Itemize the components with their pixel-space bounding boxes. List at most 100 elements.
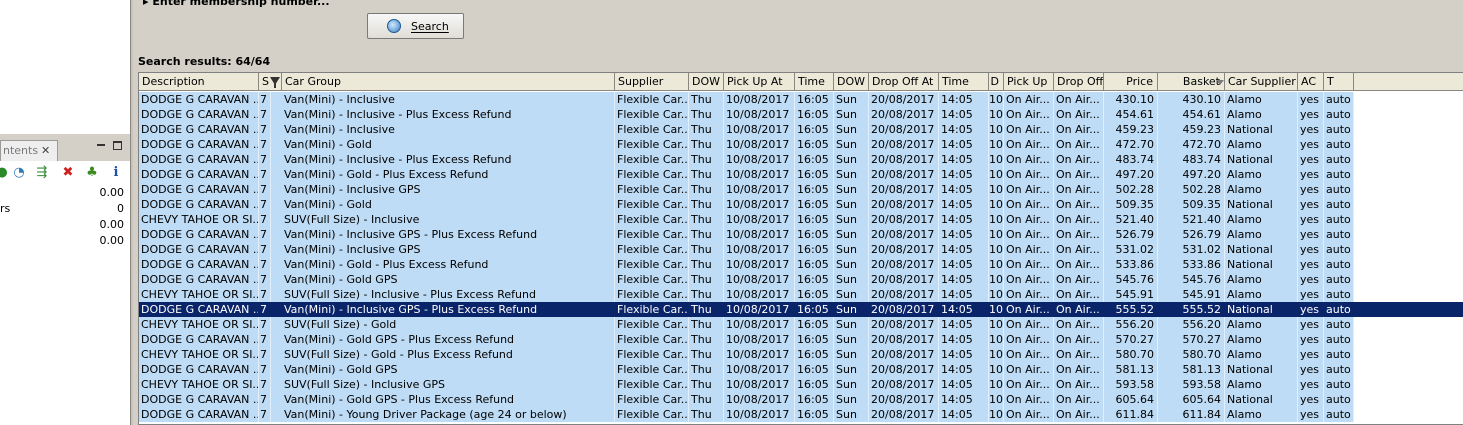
column-header-filler (1354, 73, 1463, 91)
table-row[interactable]: DODGE G CARAVAN ... 7 Van(Mini) - Inclusiv… (139, 152, 1463, 167)
column-header[interactable]: DOW (834, 73, 869, 91)
table-cell: 545.76 (1104, 272, 1158, 287)
column-header[interactable]: Supplier (615, 73, 689, 91)
table-cell: Van(Mini) - Inclusive (282, 92, 615, 107)
table-cell: auto (1324, 167, 1354, 182)
membership-hint[interactable]: ▸ Enter membership number... (143, 0, 330, 8)
table-cell: Van(Mini) - Inclusive - Plus Excess Refu… (282, 152, 615, 167)
table-row[interactable]: CHEVY TAHOE OR SI... 7 SUV(Full Size) - In… (139, 287, 1463, 302)
table-cell: yes (1298, 227, 1324, 242)
column-header[interactable]: Car Supplier (1225, 73, 1298, 91)
table-cell: 10 (989, 332, 1004, 347)
column-header[interactable]: Basket (1158, 73, 1225, 91)
tab-contents[interactable]: ntents ✕ (0, 140, 58, 161)
table-row[interactable]: DODGE G CARAVAN ... 7 Van(Mini) - Gold - P… (139, 167, 1463, 182)
table-cell: 10 (989, 242, 1004, 257)
table-cell: 10 (989, 107, 1004, 122)
column-header[interactable]: Drop Off At (869, 73, 939, 91)
delete-icon[interactable]: ✖ (60, 165, 76, 181)
table-cell: 10 (989, 152, 1004, 167)
table-cell: Thu (689, 137, 724, 152)
table-row[interactable]: DODGE G CARAVAN ... 7 Van(Mini) - Gold Flex… (139, 137, 1463, 152)
table-row[interactable]: DODGE G CARAVAN ... 7 Van(Mini) - Gold GPS… (139, 332, 1463, 347)
table-row[interactable]: DODGE G CARAVAN ... 7 Van(Mini) - Inclusiv… (139, 182, 1463, 197)
table-row[interactable]: DODGE G CARAVAN ... 7 Van(Mini) - Gold GPS… (139, 392, 1463, 407)
table-cell: On Air... (1004, 242, 1054, 257)
table-row[interactable]: CHEVY TAHOE OR SI... 7 SUV(Full Size) - Go… (139, 347, 1463, 362)
table-cell: Thu (689, 347, 724, 362)
table-cell: National (1225, 362, 1298, 377)
table-cell: Sun (834, 347, 869, 362)
table-cell: 20/08/2017 (869, 107, 939, 122)
table-cell: 556.20 (1158, 317, 1225, 332)
table-cell: 14:05 (939, 317, 989, 332)
table-cell: 20/08/2017 (869, 92, 939, 107)
export-icon[interactable]: ⇶ (34, 165, 50, 181)
table-row[interactable]: DODGE G CARAVAN ... 7 Van(Mini) - Inclusiv… (139, 242, 1463, 257)
column-header[interactable]: Time (795, 73, 834, 91)
column-header[interactable]: AC (1298, 73, 1324, 91)
table-cell: DODGE G CARAVAN ... (141, 122, 259, 137)
info-icon[interactable]: i (108, 165, 124, 181)
table-cell: 7 (259, 137, 271, 152)
table-row[interactable]: DODGE G CARAVAN ... 7 Van(Mini) - Gold GPS… (139, 272, 1463, 287)
table-row[interactable]: DODGE G CARAVAN ... 7 Van(Mini) - Inclusiv… (139, 92, 1463, 107)
column-header[interactable]: D (989, 73, 1004, 91)
column-header[interactable]: T (1324, 73, 1354, 91)
table-cell: 20/08/2017 (869, 182, 939, 197)
table-cell: 10 (989, 92, 1004, 107)
maximize-icon[interactable] (113, 141, 122, 150)
minimize-icon[interactable] (96, 142, 106, 152)
table-cell: 20/08/2017 (869, 347, 939, 362)
table-cell: 14:05 (939, 182, 989, 197)
column-header[interactable]: Car Group (282, 73, 615, 91)
filter-icon[interactable] (270, 77, 280, 88)
column-header[interactable]: Time (939, 73, 989, 91)
table-cell: 20/08/2017 (869, 317, 939, 332)
table-cell: Thu (689, 242, 724, 257)
table-cell: On Air... (1004, 212, 1054, 227)
palm-icon[interactable]: ♣ (84, 165, 100, 181)
close-icon[interactable]: ✕ (41, 141, 50, 161)
table-row[interactable]: DODGE G CARAVAN ... 7 Van(Mini) - Inclusiv… (139, 107, 1463, 122)
table-cell: Thu (689, 257, 724, 272)
table-cell: yes (1298, 392, 1324, 407)
table-row[interactable]: DODGE G CARAVAN ... 7 Van(Mini) - Gold GPS… (139, 362, 1463, 377)
table-row[interactable]: DODGE G CARAVAN ... 7 Van(Mini) - Gold Flex… (139, 197, 1463, 212)
table-cell: 10 (989, 122, 1004, 137)
table-cell: 454.61 (1104, 107, 1158, 122)
table-cell: 502.28 (1104, 182, 1158, 197)
table-cell: 10 (989, 317, 1004, 332)
column-header[interactable]: DOW (689, 73, 724, 91)
table-row[interactable]: DODGE G CARAVAN ... 7 Van(Mini) - Inclusiv… (139, 227, 1463, 242)
search-button[interactable]: Search (367, 13, 464, 39)
table-cell: auto (1324, 362, 1354, 377)
table-row[interactable]: CHEVY TAHOE OR SI... 7 SUV(Full Size) - In… (139, 377, 1463, 392)
table-cell: DODGE G CARAVAN ... (141, 92, 259, 107)
clock-icon[interactable]: ◔ (11, 165, 27, 181)
table-row[interactable]: CHEVY TAHOE OR SI... 7 SUV(Full Size) - Go… (139, 317, 1463, 332)
column-header[interactable]: Drop Off (1054, 73, 1104, 91)
table-cell: 10/08/2017 (724, 287, 795, 302)
column-header[interactable]: Description (139, 73, 259, 91)
sync-icon[interactable]: ● (0, 165, 10, 181)
table-cell: 555.52 (1158, 302, 1225, 317)
table-cell: 20/08/2017 (869, 242, 939, 257)
table-row[interactable]: CHEVY TAHOE OR SI... 7 SUV(Full Size) - In… (139, 212, 1463, 227)
table-cell: Van(Mini) - Inclusive (282, 122, 615, 137)
table-cell: 20/08/2017 (869, 152, 939, 167)
table-row[interactable]: DODGE G CARAVAN ... 7 Van(Mini) - Young Dr… (139, 407, 1463, 422)
table-cell: Thu (689, 182, 724, 197)
table-cell: Flexible Car... (617, 257, 689, 272)
column-header[interactable]: Pick Up At (724, 73, 795, 91)
column-header[interactable]: Pick Up (1004, 73, 1054, 91)
row-empty-area (1354, 332, 1463, 347)
table-row[interactable]: DODGE G CARAVAN ... 7 Van(Mini) - Gold - P… (139, 257, 1463, 272)
table-cell: Alamo (1225, 332, 1298, 347)
table-cell: 20/08/2017 (869, 257, 939, 272)
table-cell: Sun (834, 257, 869, 272)
table-cell: On Air... (1004, 152, 1054, 167)
column-header[interactable]: Price (1104, 73, 1158, 91)
table-row[interactable]: DODGE G CARAVAN ... 7 Van(Mini) - Inclusiv… (139, 122, 1463, 137)
table-row[interactable]: DODGE G CARAVAN ... 7 Van(Mini) - Inclusiv… (139, 302, 1463, 317)
